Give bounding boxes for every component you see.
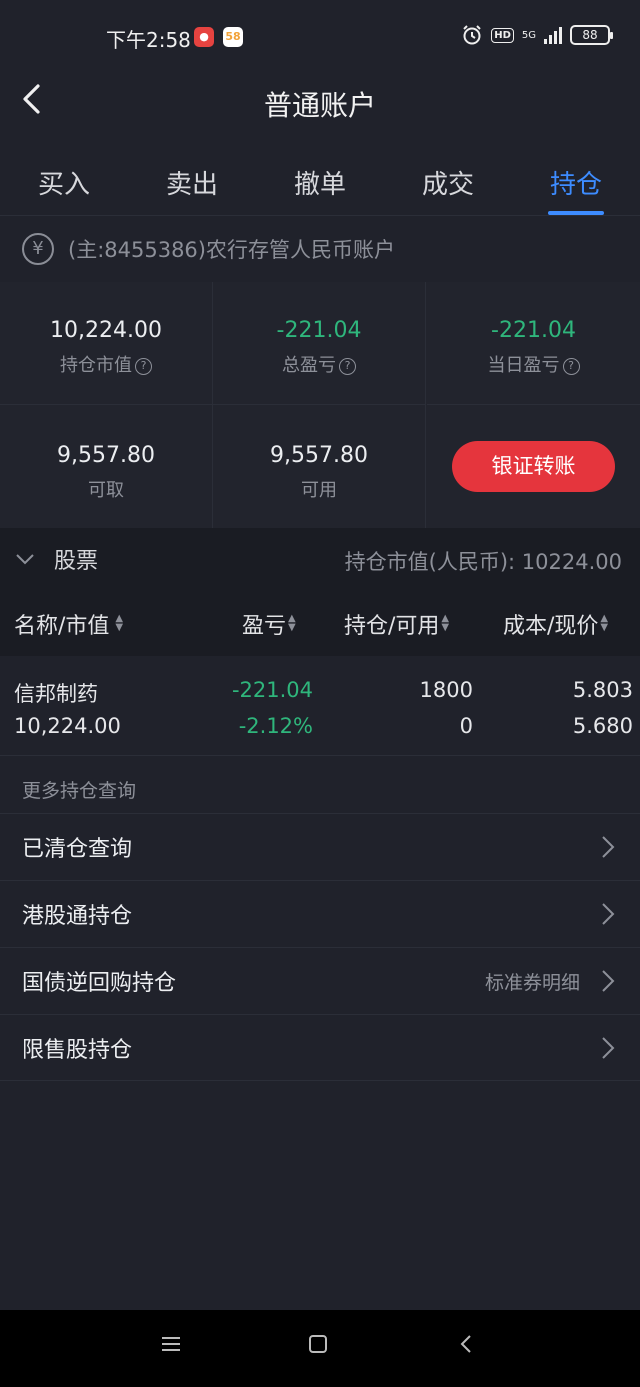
link-label: 限售股持仓 <box>22 1037 133 1063</box>
app-58-icon: 58 <box>223 27 243 47</box>
signal-icon <box>544 26 562 44</box>
sort-icon: ▲ ▼ <box>441 613 450 633</box>
stock-name: 信邦制药 <box>14 682 98 706</box>
withdrawable-value: 9,557.80 <box>57 443 155 468</box>
sort-icon: ▲ ▼ <box>288 613 296 633</box>
bank-transfer-button[interactable]: 银证转账 <box>452 441 615 492</box>
col-cost[interactable]: 成本/现价 ▲ ▼ <box>503 608 608 640</box>
tab-deals[interactable]: 成交 <box>384 144 512 215</box>
withdrawable-label: 可取 <box>88 480 124 501</box>
trade-tabs: 买入 卖出 撤单 成交 持仓 <box>0 144 640 216</box>
stock-pl: -221.04 <box>231 678 313 702</box>
today-pl-label: 当日盈亏 <box>487 355 560 376</box>
available-value: 9,557.80 <box>270 443 368 468</box>
chevron-right-icon <box>602 1036 615 1059</box>
help-icon[interactable]: ? <box>562 358 580 375</box>
yuan-icon: ¥ <box>22 233 54 265</box>
system-nav-bar <box>0 1310 640 1387</box>
tab-buy[interactable]: 买入 <box>0 144 128 215</box>
stock-price: 5.680 <box>572 714 633 738</box>
help-icon[interactable]: ? <box>339 358 356 375</box>
status-time: 下午2:58 <box>106 28 191 52</box>
total-pl-cell: -221.04 总盈亏? <box>213 282 426 405</box>
market-value-cell: 10,224.00 持仓市值? <box>0 282 213 405</box>
chevron-right-icon <box>602 903 615 925</box>
restricted-shares-link[interactable]: 限售股持仓 <box>0 1014 640 1081</box>
stock-market-value: 10,224.00 <box>14 714 121 738</box>
battery-icon: 88 <box>570 25 613 45</box>
section-title: 股票 <box>54 549 99 574</box>
tab-sell[interactable]: 卖出 <box>128 144 256 215</box>
cleared-positions-link[interactable]: 已清仓查询 <box>0 813 640 880</box>
stock-section-header[interactable]: 股票 持仓市值(人民币): 10224.00 <box>0 528 640 590</box>
table-row[interactable]: 信邦制药 10,224.00 -221.04 -2.12% 1800 0 5.8… <box>0 656 640 756</box>
chevron-right-icon <box>602 836 615 858</box>
account-label: (主:8455386)农行存管人民币账户 <box>68 238 395 262</box>
status-icons: HD 5G 88 <box>461 24 613 46</box>
withdrawable-cell: 9,557.80 可取 <box>0 405 213 528</box>
link-label: 国债逆回购持仓 <box>22 971 177 996</box>
back-nav-icon[interactable] <box>458 1334 474 1354</box>
network-type: 5G <box>521 29 536 41</box>
chevron-right-icon <box>602 970 615 992</box>
col-cost-label: 成本/现价 <box>503 614 599 639</box>
chevron-down-icon <box>16 554 34 565</box>
nav-bar: 普通账户 <box>0 70 640 142</box>
stock-cost: 5.803 <box>572 678 633 702</box>
page-title: 普通账户 <box>263 89 376 122</box>
standard-bond-detail-hint: 标准券明细 <box>484 971 580 994</box>
today-pl: -221.04 <box>491 318 576 343</box>
sort-icon: ▲ ▼ <box>115 613 124 633</box>
hd-icon: HD <box>491 27 514 43</box>
col-holding[interactable]: 持仓/可用 ▲ ▼ <box>344 608 449 640</box>
total-pl-label: 总盈亏 <box>282 355 336 376</box>
link-label: 港股通持仓 <box>22 904 133 929</box>
reverse-repo-positions-link[interactable]: 国债逆回购持仓 标准券明细 <box>0 947 640 1014</box>
col-pl-label: 盈亏 <box>242 614 287 639</box>
positions-header: 名称/市值 ▲ ▼ 盈亏 ▲ ▼ 持仓/可用 ▲ ▼ 成本/现价 ▲ ▼ <box>0 590 640 656</box>
menu-icon[interactable] <box>161 1334 181 1354</box>
app-notification-icon: ● <box>194 27 214 47</box>
stock-holding: 1800 <box>419 678 473 702</box>
col-pl[interactable]: 盈亏 ▲ ▼ <box>242 608 296 640</box>
sort-icon: ▲ ▼ <box>600 613 609 633</box>
total-pl: -221.04 <box>276 318 362 343</box>
hk-connect-positions-link[interactable]: 港股通持仓 <box>0 880 640 947</box>
stock-available: 0 <box>459 714 473 738</box>
alarm-icon <box>463 25 481 45</box>
help-icon[interactable]: ? <box>135 358 152 375</box>
market-value-label: 持仓市值 <box>60 355 132 376</box>
stock-pl-pct: -2.12% <box>238 714 313 738</box>
status-bar: 下午2:58 ● 58 HD 5G 88 <box>0 0 640 70</box>
link-label: 已清仓查询 <box>22 837 133 862</box>
market-value: 10,224.00 <box>50 318 162 343</box>
tab-cancel[interactable]: 撤单 <box>256 144 384 215</box>
col-name[interactable]: 名称/市值 ▲ ▼ <box>14 608 123 640</box>
section-market-value: 持仓市值(人民币): 10224.00 <box>344 550 622 574</box>
available-label: 可用 <box>301 480 337 501</box>
more-queries-label: 更多持仓查询 <box>22 780 137 802</box>
tab-positions[interactable]: 持仓 <box>512 144 640 215</box>
today-pl-cell: -221.04 当日盈亏? <box>427 282 640 405</box>
home-icon[interactable] <box>308 1334 328 1354</box>
col-name-label: 名称/市值 <box>14 614 110 639</box>
available-cell: 9,557.80 可用 <box>213 405 426 528</box>
account-selector[interactable]: ¥ (主:8455386)农行存管人民币账户 <box>0 216 640 282</box>
col-holding-label: 持仓/可用 <box>344 614 440 639</box>
